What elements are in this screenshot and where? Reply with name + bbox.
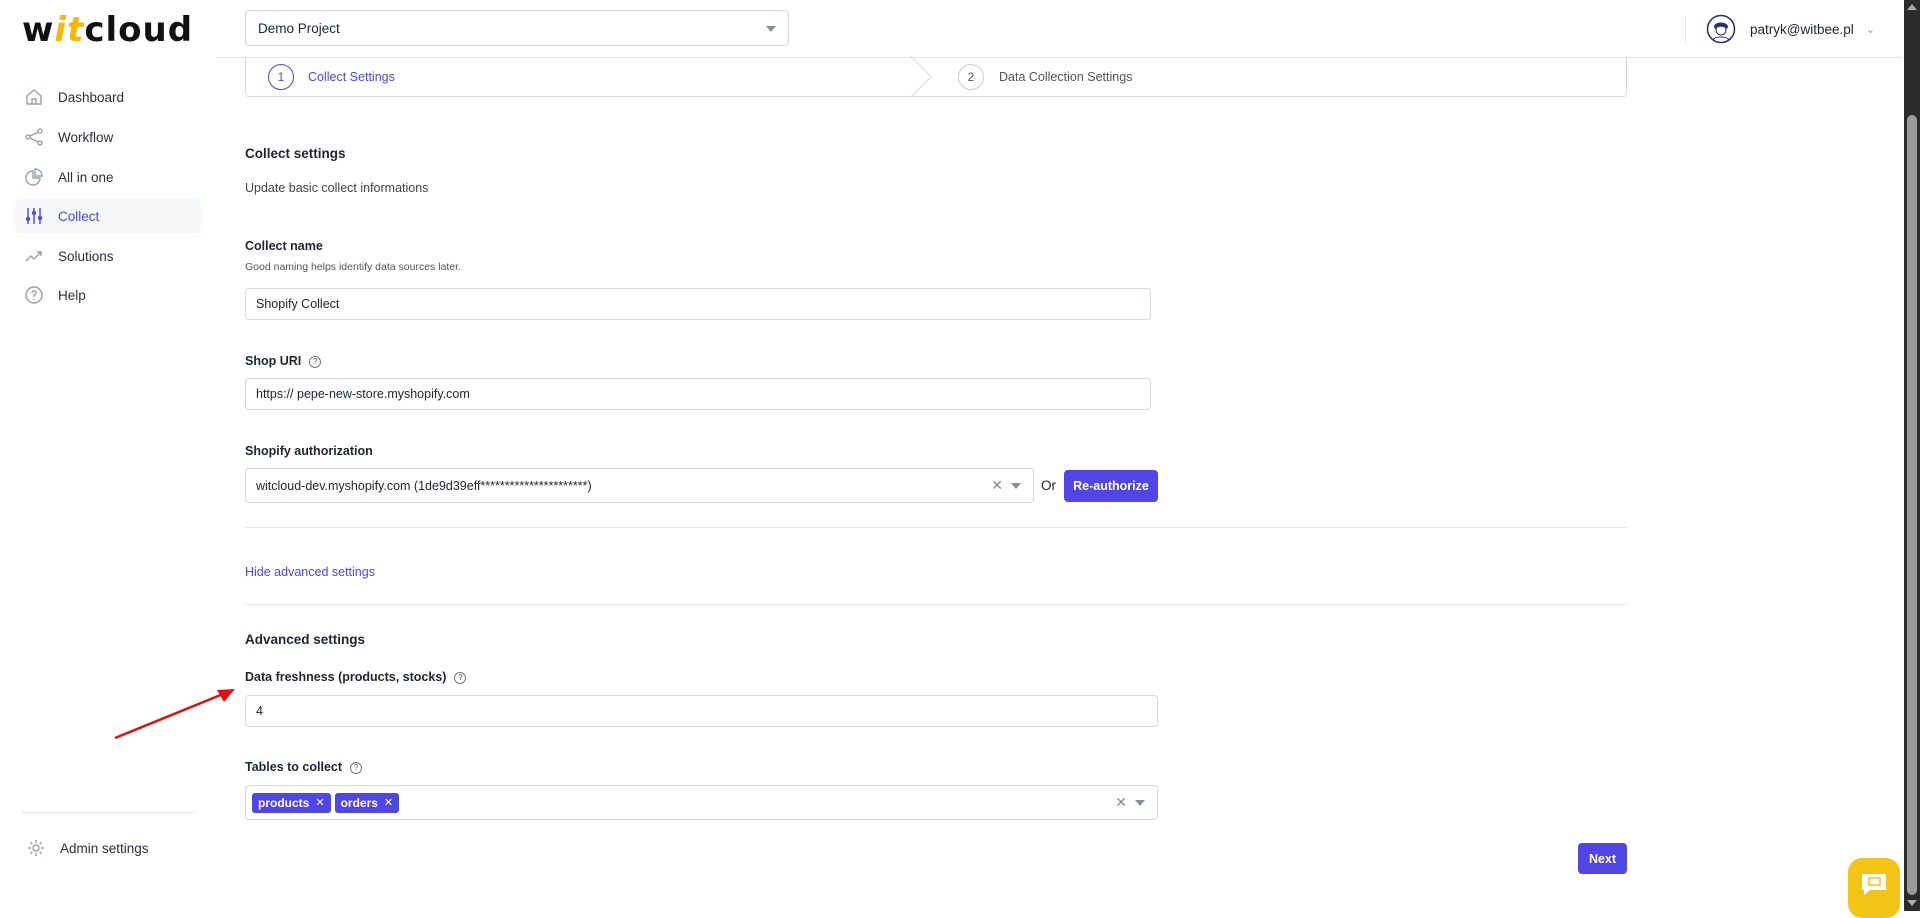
help-icon[interactable]: ?	[454, 672, 467, 684]
shopify-authorization-label: Shopify authorization	[245, 444, 373, 458]
sidebar-item-label: Solutions	[58, 248, 114, 264]
sidebar-item-label: All in one	[58, 169, 114, 185]
user-email: patryk@witbee.pl	[1750, 21, 1854, 37]
collect-name-label: Collect name	[245, 239, 323, 253]
avatar	[1706, 14, 1736, 44]
logo-text: w	[22, 10, 55, 50]
remove-tag-icon[interactable]: ✕	[315, 796, 324, 809]
sidebar-item-workflow[interactable]: Workflow	[14, 120, 202, 154]
tag-label: orders	[340, 795, 378, 810]
advanced-settings-title: Advanced settings	[245, 632, 366, 647]
logo-text-accent: it	[54, 10, 85, 50]
collect-name-input[interactable]: Shopify Collect	[245, 288, 1151, 320]
collect-name-hint: Good naming helps identify data sources …	[245, 261, 461, 273]
next-button[interactable]: Next	[1578, 843, 1627, 874]
sidebar-item-label: Dashboard	[58, 89, 125, 105]
step-separator-icon	[911, 56, 932, 97]
help-icon	[25, 286, 43, 304]
sidebar-item-dashboard[interactable]: Dashboard	[14, 80, 202, 114]
red-arrow-annotation	[114, 689, 235, 740]
tag-orders: orders ✕	[334, 792, 400, 813]
logo-text: cloud	[84, 10, 194, 50]
tag-products: products ✕	[252, 792, 331, 813]
shopify-authorization-value: witcloud-dev.myshopify.com (1de9d39eff**…	[256, 478, 592, 493]
admin-settings-link[interactable]: Admin settings	[16, 831, 204, 865]
witcloud-logo[interactable]: witcloud	[22, 10, 193, 50]
section-subtitle: Update basic collect informations	[245, 181, 429, 195]
scroll-down-icon[interactable]	[1907, 900, 1917, 906]
chevron-down-icon: ⌄	[1865, 23, 1875, 36]
or-text: Or	[1041, 478, 1056, 493]
step-1-label[interactable]: Collect Settings	[308, 70, 395, 84]
sidebar-item-help[interactable]: Help	[14, 278, 202, 312]
pie-chart-icon	[25, 168, 43, 186]
sidebar-item-all-in-one[interactable]: All in one	[14, 160, 202, 194]
tables-to-collect-label: Tables to collect?	[245, 760, 363, 774]
project-select-value: Demo Project	[258, 20, 340, 36]
trending-icon	[25, 251, 42, 262]
chat-button[interactable]	[1848, 858, 1900, 918]
header-divider	[1685, 16, 1686, 42]
shopify-authorization-select[interactable]: witcloud-dev.myshopify.com (1de9d39eff**…	[245, 468, 1034, 503]
step-1-number: 1	[268, 64, 294, 90]
data-freshness-value: 4	[256, 704, 263, 718]
sidebar-item-collect[interactable]: Collect	[14, 199, 202, 233]
clear-icon[interactable]: ✕	[991, 477, 1003, 494]
caret-down-icon	[766, 26, 776, 32]
divider	[245, 604, 1627, 605]
caret-down-icon[interactable]	[1135, 800, 1145, 806]
sidebar-item-label: Collect	[58, 208, 100, 224]
user-menu[interactable]: patryk@witbee.pl ⌄	[1706, 14, 1875, 44]
shop-uri-value: https:// pepe-new-store.myshopify.com	[256, 387, 470, 401]
sidebar-item-label: Help	[58, 287, 86, 303]
step-2-number: 2	[958, 64, 984, 90]
tables-to-collect-select[interactable]: products ✕ orders ✕ ✕	[245, 785, 1158, 820]
stepper: 1 Collect Settings 2 Data Collection Set…	[245, 56, 1627, 97]
help-icon[interactable]: ?	[350, 762, 363, 774]
share-icon	[25, 128, 43, 146]
step-2-label[interactable]: Data Collection Settings	[999, 70, 1132, 84]
chat-icon	[1862, 874, 1886, 895]
hide-advanced-settings-link[interactable]: Hide advanced settings	[245, 565, 375, 579]
shop-uri-input[interactable]: https:// pepe-new-store.myshopify.com	[245, 378, 1151, 410]
shop-uri-label-text: Shop URI	[245, 354, 302, 368]
divider	[245, 527, 1627, 528]
data-freshness-label: Data freshness (products, stocks)?	[245, 670, 467, 684]
project-select[interactable]: Demo Project	[245, 10, 789, 46]
caret-down-icon[interactable]	[1011, 483, 1021, 489]
sliders-icon	[25, 208, 43, 224]
help-icon[interactable]: ?	[309, 356, 322, 368]
data-freshness-label-text: Data freshness (products, stocks)	[245, 670, 447, 684]
tag-label: products	[258, 795, 310, 810]
gear-icon	[28, 840, 44, 856]
sidebar-item-label: Workflow	[58, 129, 114, 145]
home-icon	[26, 89, 42, 105]
clear-icon[interactable]: ✕	[1115, 794, 1127, 811]
data-freshness-input[interactable]: 4	[245, 695, 1158, 727]
remove-tag-icon[interactable]: ✕	[384, 796, 393, 809]
scroll-up-icon[interactable]	[1907, 4, 1917, 10]
shop-uri-label: Shop URI?	[245, 354, 322, 368]
sidebar-item-solutions[interactable]: Solutions	[14, 239, 202, 273]
section-title: Collect settings	[245, 146, 346, 161]
scrollbar-thumb[interactable]	[1907, 115, 1917, 895]
sidebar-divider	[22, 812, 194, 813]
admin-settings-label: Admin settings	[60, 840, 149, 856]
tables-to-collect-label-text: Tables to collect	[245, 760, 343, 774]
collect-name-value: Shopify Collect	[256, 297, 340, 311]
reauthorize-button[interactable]: Re-authorize	[1064, 470, 1158, 502]
